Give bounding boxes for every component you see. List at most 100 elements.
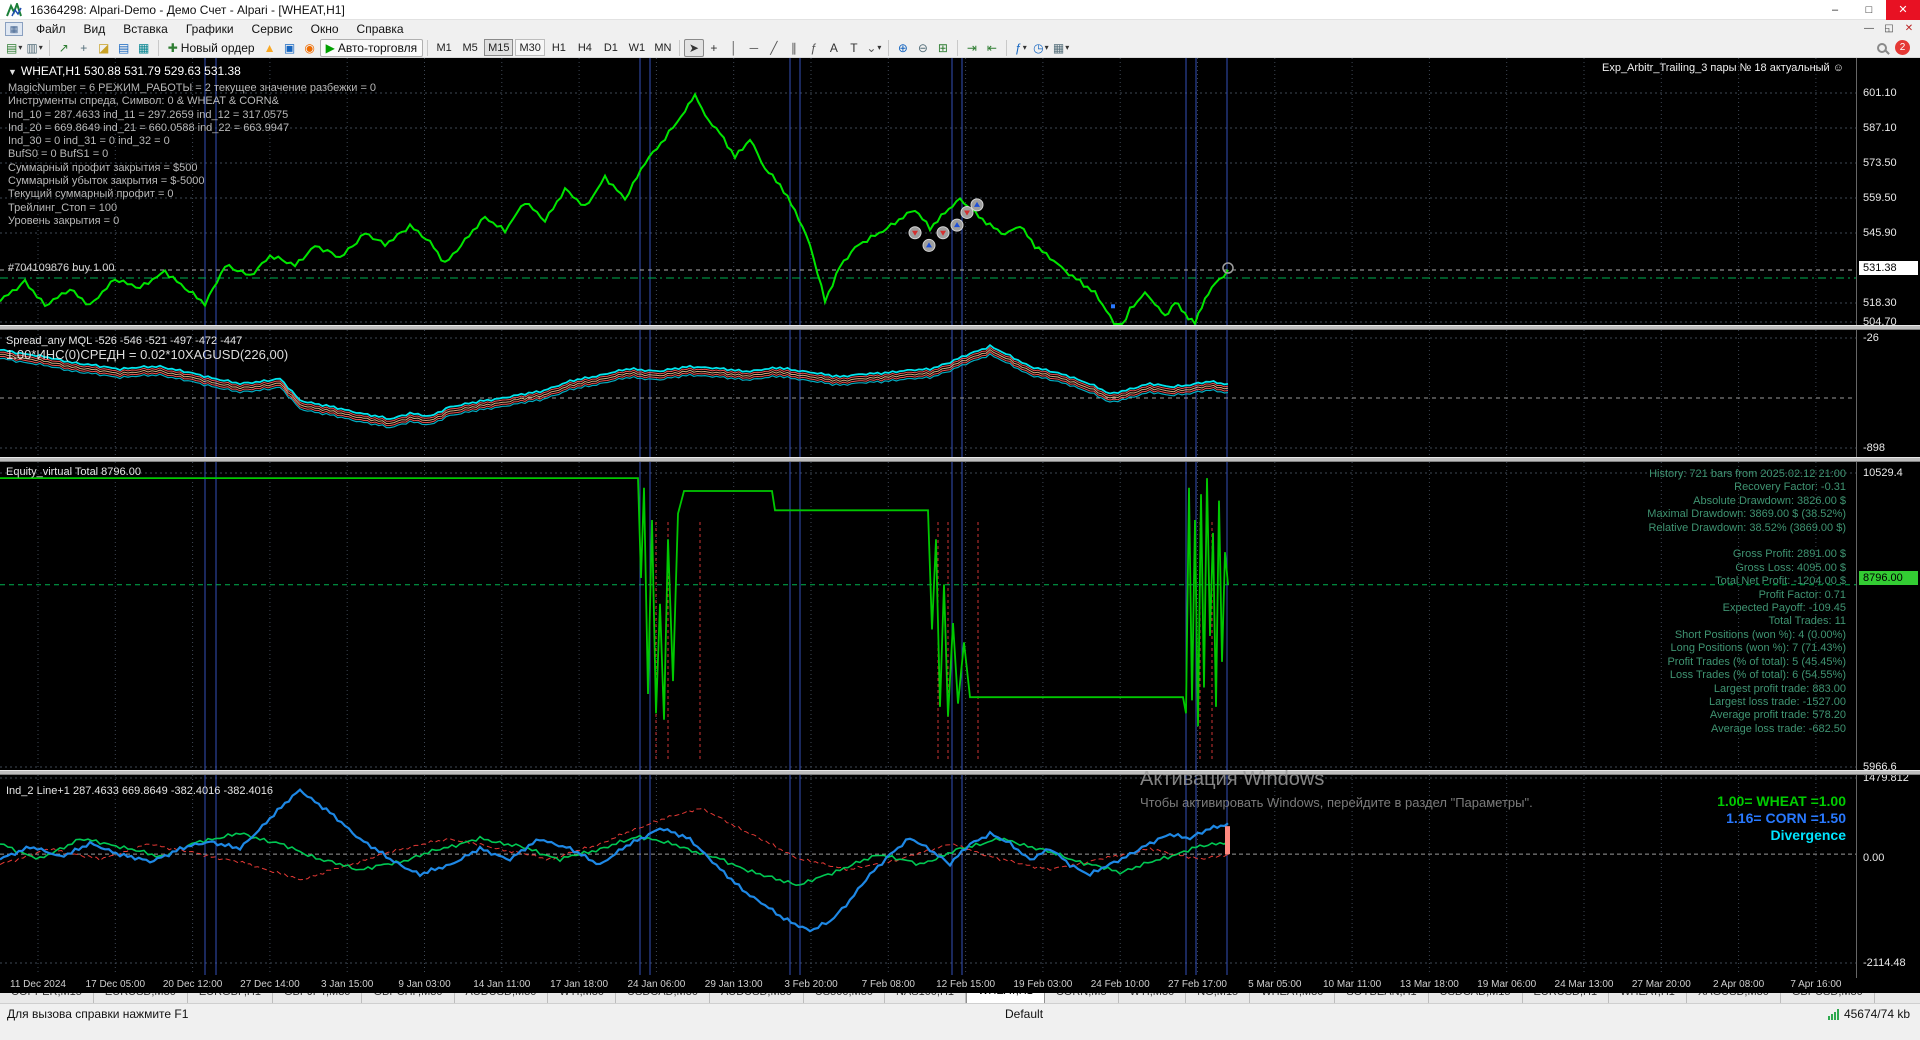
current-price-box: 531.38 [1859,261,1918,275]
menu-графики[interactable]: Графики [177,20,243,38]
mdi-minimize-button[interactable]: — [1862,20,1876,37]
equidistant-channel-button[interactable]: ∥ [784,39,804,57]
timeframe-D1[interactable]: D1 [599,39,623,56]
text-label-button[interactable]: T [844,39,864,57]
ea-info-line: Ind_20 = 669.8649 ind_21 = 660.0588 ind_… [8,121,290,134]
one-click-trading-arrow-icon[interactable]: ▼ [8,67,17,77]
windows-activation-watermark-sub: Чтобы активировать Windows, перейдите в … [1140,795,1533,810]
signals-button[interactable]: ◉ [300,39,320,57]
close-button[interactable]: ✕ [1886,0,1920,20]
market-button[interactable]: ▣ [280,39,300,57]
time-axis[interactable]: 11 Dec 2024 17 Dec 05:00 20 Dec 12:00 27 De… [0,978,1920,993]
new-chart-icon: ▤ [6,40,18,55]
menu-справка[interactable]: Справка [348,20,413,38]
chart-shift-button[interactable]: ⇤ [982,39,1002,57]
data-window-icon: + [80,40,88,55]
new-chart-button[interactable]: ▤ ▾ [4,39,24,57]
time-axis-label: 12 Feb 15:00 [936,979,996,990]
zoom-out-button[interactable]: ⊖ [913,39,933,57]
timeframe-MN[interactable]: MN [651,39,675,56]
zoom-in-button[interactable]: ⊕ [893,39,913,57]
timeframe-M30[interactable]: M30 [515,39,545,56]
spread-axis-label: -898 [1863,442,1886,454]
menu-файл[interactable]: Файл [27,20,75,38]
new-order-button[interactable]: ✚ Новый ордер [163,39,260,57]
cursor-icon: ➤ [688,40,699,55]
pane-splitter[interactable] [0,325,1920,330]
divergence-indicator-pane[interactable]: Ind_2 Line+1 287.4633 669.8649 -382.4016… [0,775,1856,975]
chart-region: ▼ WHEAT,H1 530.88 531.79 529.63 531.38 Ma… [0,58,1920,993]
menu-вставка[interactable]: Вставка [114,20,177,38]
market-watch-button[interactable]: ↗ [54,39,74,57]
windows-activation-watermark: Активация Windows [1140,768,1325,790]
stat-line: Largest profit trade: 883.00 [1713,682,1846,695]
time-axis-label: 27 Mar 20:00 [1631,979,1691,990]
zoom-out-icon: ⊖ [917,40,928,55]
time-axis-label: 17 Jan 18:00 [550,979,609,990]
status-profile[interactable]: Default [1005,1007,1043,1021]
menu-окно[interactable]: Окно [302,20,348,38]
metaeditor-button[interactable]: ▲ [260,39,280,57]
crosshair-button[interactable]: + [704,39,724,57]
periods-button[interactable]: ◷ ▾ [1031,39,1051,57]
horizontal-line-button[interactable]: ─ [744,39,764,57]
time-axis-label: 13 Mar 18:00 [1399,979,1459,990]
trendline-icon: ╱ [770,40,778,55]
search-icon[interactable] [1877,42,1887,53]
time-axis-label: 11 Dec 2024 [10,979,66,990]
indicators-button[interactable]: ƒ ▾ [1011,39,1031,57]
market-watch-icon: ↗ [58,40,69,55]
pane-splitter[interactable] [0,457,1920,462]
fibonacci-button[interactable]: ƒ [804,39,824,57]
menu-сервис[interactable]: Сервис [243,20,302,38]
chart-system-menu-icon[interactable]: ▦ [5,22,23,36]
spread-indicator-pane[interactable]: Spread_any MQL -526 -546 -521 -497 -472 … [0,330,1856,457]
minimize-button[interactable]: – [1818,0,1852,20]
indicators-icon: ƒ [1015,40,1022,55]
periods-icon: ◷ [1033,40,1044,55]
timeframe-W1[interactable]: W1 [625,39,649,56]
profiles-button[interactable]: ▥ ▾ [24,39,44,57]
timeframe-H1[interactable]: H1 [547,39,571,56]
spread-axis-label: -26 [1863,332,1879,344]
horizontal-line-icon: ─ [749,40,759,55]
text-button[interactable]: A [824,39,844,57]
price-axis-label: 545.90 [1863,227,1897,239]
trendline-button[interactable]: ╱ [764,39,784,57]
auto-scroll-icon: ⇥ [966,40,977,55]
ea-info-line: Инструменты спреда, Символ: 0 & WHEAT & … [8,95,279,108]
timeframe-М5[interactable]: М5 [458,39,482,56]
maximize-button[interactable]: □ [1852,0,1886,20]
mdi-restore-button[interactable]: ◱ [1882,20,1896,37]
stat-line: Gross Profit: 2891.00 $ [1732,548,1846,561]
cursor-button[interactable]: ➤ [683,38,704,57]
stat-line: Largest loss trade: -1527.00 [1709,695,1846,708]
divergence-legend: 1.00= WHEAT =1.00 1.16= CORN =1.50 Diverge… [1717,793,1846,844]
templates-button[interactable]: ▦ ▾ [1051,39,1071,57]
terminal-button[interactable]: ▤ [114,39,134,57]
strategy-tester-button[interactable]: ▦ [134,39,154,57]
tile-windows-button[interactable]: ⊞ [933,39,953,57]
ea-name-label: Exp_Arbitr_Trailing_3 пары № 18 актуальн… [1601,62,1844,74]
auto-scroll-button[interactable]: ⇥ [962,39,982,57]
navigator-button[interactable]: ◪ [94,39,114,57]
menu-вид[interactable]: Вид [75,20,115,38]
time-axis-label: 7 Feb 08:00 [861,979,915,990]
data-window-button[interactable]: + [74,39,94,57]
ea-info-line: BufS0 = 0 BufS1 = 0 [8,148,109,161]
notifications-badge[interactable]: 2 [1895,40,1910,55]
vertical-line-button[interactable]: │ [724,39,744,57]
open-order-label: #704109876 buy 1.00 [8,262,115,274]
shapes-button[interactable]: ⌄ ▾ [864,39,884,57]
autotrade-button[interactable]: ▶ Авто-торговля [319,38,424,57]
timeframe-М1[interactable]: М1 [432,39,456,56]
pane-splitter[interactable] [0,770,1920,775]
mdi-close-button[interactable]: ✕ [1902,20,1916,37]
mt4-application-window: 16364298: Alpari-Demo - Демо Счет - Alpa… [0,0,1920,1040]
equity-indicator-pane[interactable]: Equity_virtual Total 8796.00 History: 72… [0,462,1856,770]
timeframe-H4[interactable]: H4 [573,39,597,56]
zoom-in-icon: ⊕ [897,40,908,55]
price-axis[interactable]: 601.10 587.10 573.50 559.50 545.90 518.30 504.… [1856,58,1920,978]
main-price-pane[interactable]: ▼ WHEAT,H1 530.88 531.79 529.63 531.38 Ma… [0,58,1856,325]
timeframe-M15[interactable]: M15 [484,39,514,56]
